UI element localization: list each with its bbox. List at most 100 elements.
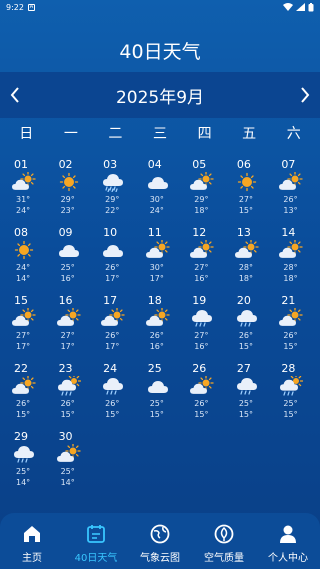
day-cell[interactable]: 07 26° 13°	[271, 158, 316, 226]
sunny-weather-icon	[59, 172, 78, 192]
light-rain-weather-icon	[236, 378, 257, 395]
weekday-label: 五	[242, 126, 257, 142]
calendar-grid: 01 31° 24° 02 29° 23° 03 29° 22° 04 30° 24° 05 29° 18°…	[0, 158, 320, 498]
month-bar: 2025年9月	[0, 72, 320, 118]
calendar-icon	[87, 525, 105, 543]
day-cell[interactable]: 28 25° 15°	[271, 362, 316, 430]
tab-home[interactable]: 主页	[0, 513, 64, 569]
low-temp: 18°	[283, 274, 298, 283]
sunny-weather-icon	[237, 172, 256, 192]
high-temp: 25°	[60, 263, 75, 272]
low-temp: 15°	[194, 410, 209, 419]
day-cell[interactable]: 02 29° 23°	[49, 158, 94, 226]
light-rain-sun-weather-icon	[57, 376, 81, 396]
day-cell[interactable]: 30 25° 14°	[49, 430, 94, 498]
day-cell[interactable]: 21 26° 15°	[271, 294, 316, 362]
low-temp: 15°	[149, 410, 164, 419]
day-number: 17	[103, 294, 118, 307]
day-number: 20	[236, 294, 251, 307]
day-cell[interactable]: 10 26° 17°	[93, 226, 138, 294]
sunny-weather-icon	[14, 240, 34, 260]
day-number: 23	[58, 362, 73, 375]
tab-label: 40日天气	[74, 553, 118, 564]
day-cell[interactable]: 04 30° 24°	[138, 158, 183, 226]
high-temp: 27°	[238, 195, 254, 204]
partly-cloudy-weather-icon	[234, 240, 259, 258]
weekday-label: 二	[108, 126, 123, 142]
day-cell[interactable]: 23 26° 15°	[49, 362, 94, 430]
day-cell[interactable]: 18 26° 16°	[138, 294, 183, 362]
day-cell[interactable]: 25 25° 15°	[138, 362, 183, 430]
day-cell[interactable]: 16 27° 17°	[49, 294, 94, 362]
low-temp: 15°	[238, 342, 254, 351]
day-cell[interactable]: 03 29° 22°	[93, 158, 138, 226]
day-number: 25	[147, 362, 162, 375]
partly-cloudy-weather-icon	[12, 308, 36, 326]
day-cell[interactable]: 15 27° 17°	[4, 294, 49, 362]
day-cell[interactable]: 19 27° 16°	[182, 294, 227, 362]
wifi-icon	[283, 3, 293, 11]
low-temp: 14°	[60, 478, 75, 487]
high-temp: 26°	[283, 331, 298, 340]
day-cell[interactable]: 29 25° 14°	[4, 430, 49, 498]
high-temp: 27°	[194, 331, 209, 340]
high-temp: 26°	[105, 331, 120, 340]
day-number: 24	[103, 362, 118, 375]
low-temp: 14°	[16, 274, 31, 283]
day-number: 15	[14, 294, 28, 307]
chevron-right-icon	[301, 87, 310, 103]
tab-leaf[interactable]: 空气质量	[192, 513, 256, 569]
low-temp: 24°	[16, 206, 31, 215]
partly-cloudy-weather-icon	[12, 376, 36, 394]
day-number: 10	[103, 226, 118, 239]
day-number: 30	[58, 430, 73, 443]
day-cell[interactable]: 05 29° 18°	[182, 158, 227, 226]
day-cell[interactable]: 20 26° 15°	[227, 294, 272, 362]
light-rain-weather-icon	[236, 310, 257, 327]
day-cell[interactable]: 27 25° 15°	[227, 362, 272, 430]
weekday-header: 日一二三四五六	[0, 124, 320, 144]
day-number: 13	[236, 226, 251, 239]
leaf-icon	[214, 524, 234, 544]
day-number: 27	[236, 362, 251, 375]
tab-globe[interactable]: 气象云图	[128, 513, 192, 569]
high-temp: 28°	[283, 263, 298, 272]
day-cell[interactable]: 13 28° 18°	[227, 226, 272, 294]
day-cell[interactable]: 08 24° 14°	[4, 226, 49, 294]
next-month-button[interactable]	[298, 85, 312, 105]
day-number: 18	[147, 294, 162, 307]
high-temp: 30°	[149, 263, 164, 272]
day-cell[interactable]: 26 26° 15°	[182, 362, 227, 430]
day-cell[interactable]: 22 26° 15°	[4, 362, 49, 430]
day-cell[interactable]: 17 26° 17°	[93, 294, 138, 362]
day-cell[interactable]: 01 31° 24°	[4, 158, 49, 226]
day-cell[interactable]: 09 25° 16°	[49, 226, 94, 294]
low-temp: 15°	[238, 206, 254, 215]
low-temp: 17°	[60, 342, 75, 351]
day-cell[interactable]: 12 27° 16°	[182, 226, 227, 294]
low-temp: 16°	[194, 274, 209, 283]
notification-icon: A	[27, 3, 35, 11]
low-temp: 17°	[105, 342, 120, 351]
light-rain-weather-icon	[192, 310, 213, 327]
day-cell[interactable]: 06 27° 15°	[227, 158, 272, 226]
low-temp: 13°	[283, 206, 298, 215]
day-cell[interactable]: 11 30° 17°	[138, 226, 183, 294]
day-cell[interactable]: 14 28° 18°	[271, 226, 316, 294]
day-number: 26	[192, 362, 207, 375]
day-number: 21	[281, 294, 296, 307]
home-icon	[24, 526, 40, 542]
tab-person[interactable]: 个人中心	[256, 513, 320, 569]
weekday-label: 六	[286, 126, 301, 142]
low-temp: 15°	[60, 410, 75, 419]
tab-calendar[interactable]: 40日天气	[64, 513, 128, 569]
partly-cloudy-weather-icon	[12, 172, 36, 190]
day-number: 14	[281, 226, 296, 239]
day-number: 19	[192, 294, 207, 307]
low-temp: 18°	[238, 274, 254, 283]
cloudy-weather-icon	[147, 381, 168, 393]
high-temp: 29°	[60, 195, 75, 204]
day-number: 12	[192, 226, 207, 239]
prev-month-button[interactable]	[8, 85, 22, 105]
day-cell[interactable]: 24 26° 15°	[93, 362, 138, 430]
